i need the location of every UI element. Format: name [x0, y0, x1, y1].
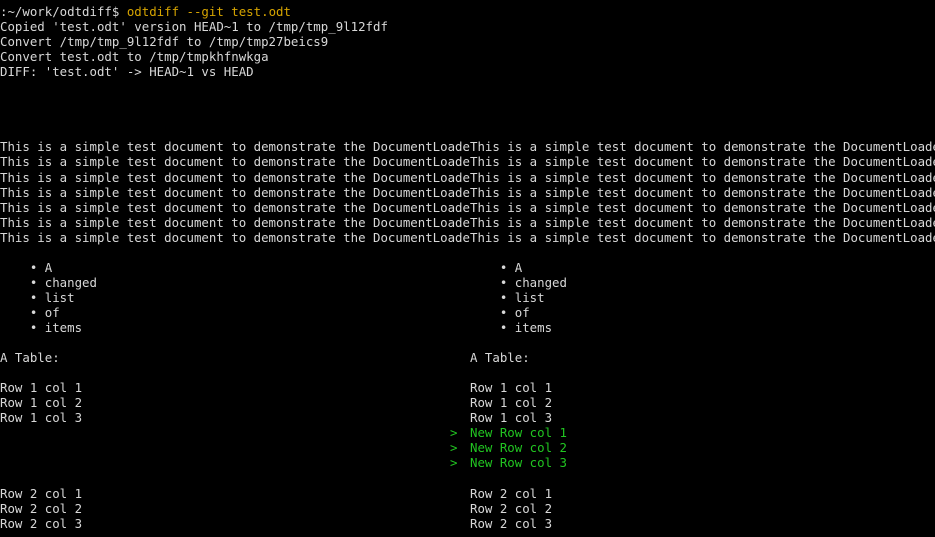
diff-row: This is a simple test document to demons…: [0, 139, 935, 154]
diff-marker-added: >: [450, 455, 458, 471]
diff-pane-container: This is a simple test document to demons…: [0, 79, 935, 530]
diff-left-cell: Row 2 col 1: [0, 485, 83, 501]
diff-right-cell: New Row col 1: [470, 425, 567, 441]
diff-left-cell: • list: [0, 289, 75, 305]
diff-right-cell: • A: [470, 259, 523, 275]
diff-row: • items • items: [0, 320, 935, 335]
diff-left-cell: This is a simple test document to demons…: [0, 139, 470, 155]
diff-row: [0, 109, 935, 124]
diff-left-cell: Row 1 col 2: [0, 395, 83, 411]
diff-row: [0, 365, 935, 380]
diff-right-cell: This is a simple test document to demons…: [470, 139, 935, 155]
diff-left-cell: This is a simple test document to demons…: [0, 214, 470, 230]
diff-right-cell: • of: [470, 304, 530, 320]
diff-row: Row 2 col 1 Row 2 col 1: [0, 486, 935, 501]
diff-row: Row 2 col 2 Row 2 col 2: [0, 501, 935, 516]
diff-row: [0, 245, 935, 260]
diff-left-cell: • changed: [0, 274, 97, 290]
diff-row: This is a simple test document to demons…: [0, 170, 935, 185]
terminal-screen: :~/work/odtdiff$ odtdiff --git test.odt …: [0, 4, 935, 531]
diff-row: This is a simple test document to demons…: [0, 215, 935, 230]
diff-row: • changed • changed: [0, 275, 935, 290]
log-line-convert-old: Convert /tmp/tmp_9l12fdf to /tmp/tmp27be…: [0, 34, 329, 50]
diff-right-cell: Row 1 col 1: [470, 380, 553, 396]
diff-right-cell: This is a simple test document to demons…: [470, 229, 935, 245]
diff-row: This is a simple test document to demons…: [0, 185, 935, 200]
diff-left-cell: Row 2 col 3: [0, 515, 83, 531]
diff-left-cell: This is a simple test document to demons…: [0, 154, 470, 170]
diff-left-cell: This is a simple test document to demons…: [0, 169, 470, 185]
diff-row: Row 1 col 2 Row 1 col 2: [0, 395, 935, 410]
log-line-copied: Copied 'test.odt' version HEAD~1 to /tmp…: [0, 19, 388, 35]
diff-row: • list • list: [0, 290, 935, 305]
diff-row: • A • A: [0, 260, 935, 275]
diff-right-cell: • changed: [470, 274, 567, 290]
diff-row: This is a simple test document to demons…: [0, 230, 935, 245]
shell-command: odtdiff --git test.odt: [126, 4, 291, 19]
diff-right-cell: This is a simple test document to demons…: [470, 199, 935, 215]
diff-left-cell: This is a simple test document to demons…: [0, 199, 470, 215]
diff-row: > New Row col 3: [0, 455, 935, 470]
diff-row: • of • of: [0, 305, 935, 320]
diff-marker-added: >: [450, 425, 458, 441]
diff-left-cell: • A: [0, 259, 53, 275]
diff-right-cell: • list: [470, 289, 545, 305]
diff-row: [0, 335, 935, 350]
diff-right-cell: Row 1 col 2: [470, 395, 553, 411]
diff-right-cell: Row 2 col 3: [470, 515, 553, 531]
diff-row: This is a simple test document to demons…: [0, 200, 935, 215]
diff-right-cell: This is a simple test document to demons…: [470, 184, 935, 200]
diff-right-cell: Row 2 col 1: [470, 485, 553, 501]
diff-left-cell: • items: [0, 319, 83, 335]
diff-row: A Table: A Table:: [0, 350, 935, 365]
diff-row: Row 1 col 3 Row 1 col 3: [0, 410, 935, 425]
diff-right-cell: This is a simple test document to demons…: [470, 154, 935, 170]
diff-right-cell: Row 1 col 3: [470, 410, 553, 426]
diff-row: [0, 79, 935, 94]
diff-left-cell: Row 1 col 1: [0, 380, 83, 396]
diff-row: > New Row col 1: [0, 425, 935, 440]
terminal-window[interactable]: :~/work/odtdiff$ odtdiff --git test.odt …: [0, 0, 935, 537]
diff-left-cell: Row 1 col 3: [0, 410, 83, 426]
diff-left-cell: Row 2 col 2: [0, 500, 83, 516]
diff-row: [0, 124, 935, 139]
diff-right-cell: This is a simple test document to demons…: [470, 214, 935, 230]
diff-row: [0, 94, 935, 109]
diff-right-cell: This is a simple test document to demons…: [470, 169, 935, 185]
log-line-diff-header: DIFF: 'test.odt' -> HEAD~1 vs HEAD: [0, 64, 254, 80]
diff-row: > New Row col 2: [0, 440, 935, 455]
diff-right-cell: New Row col 2: [470, 440, 567, 456]
diff-right-cell: A Table:: [470, 350, 530, 366]
diff-left-cell: A Table:: [0, 350, 60, 366]
diff-left-cell: This is a simple test document to demons…: [0, 184, 470, 200]
diff-right-cell: New Row col 3: [470, 455, 567, 471]
log-line-convert-new: Convert test.odt to /tmp/tmpkhfnwkga: [0, 49, 269, 65]
command-prompt-line: :~/work/odtdiff$ odtdiff --git test.odt: [0, 4, 935, 19]
diff-right-cell: Row 2 col 2: [470, 500, 553, 516]
diff-row: [0, 470, 935, 485]
diff-marker-added: >: [450, 440, 458, 456]
diff-left-cell: • of: [0, 304, 60, 320]
diff-right-cell: • items: [470, 319, 553, 335]
diff-row: This is a simple test document to demons…: [0, 154, 935, 169]
diff-row: Row 2 col 3 Row 2 col 3: [0, 516, 935, 531]
shell-prompt: :~/work/odtdiff$: [0, 4, 127, 19]
diff-row: Row 1 col 1 Row 1 col 1: [0, 380, 935, 395]
diff-left-cell: This is a simple test document to demons…: [0, 229, 470, 245]
